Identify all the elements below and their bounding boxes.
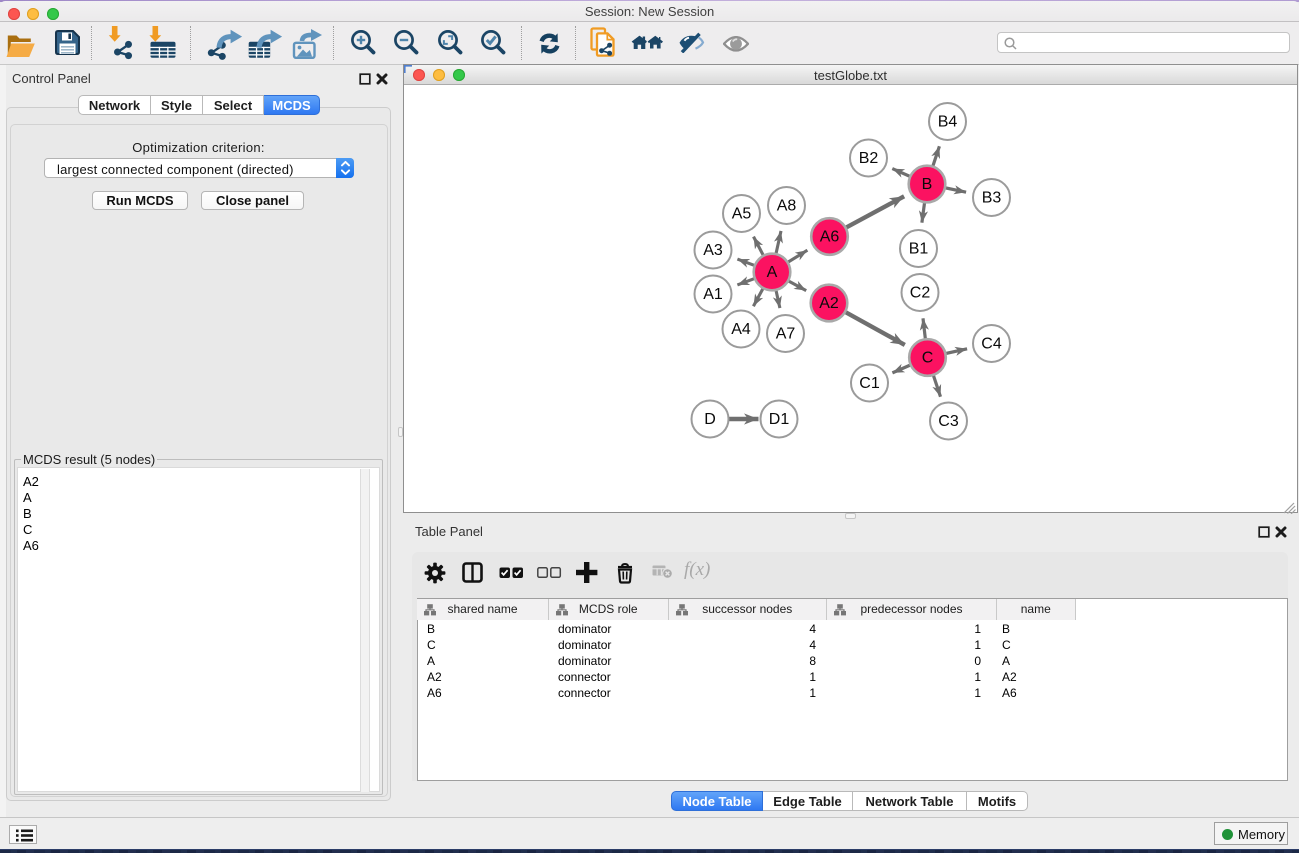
svg-text:A: A [767, 264, 778, 281]
svg-text:A3: A3 [703, 242, 723, 259]
svg-text:A5: A5 [732, 206, 752, 223]
svg-text:B4: B4 [938, 114, 958, 131]
svg-text:D: D [704, 411, 716, 428]
svg-text:A7: A7 [776, 326, 796, 343]
svg-text:A4: A4 [731, 321, 751, 338]
svg-text:B: B [922, 176, 933, 193]
svg-text:C: C [922, 350, 934, 367]
svg-text:C4: C4 [981, 336, 1002, 353]
svg-text:B1: B1 [909, 241, 929, 258]
svg-text:D1: D1 [769, 411, 790, 428]
svg-text:C3: C3 [938, 413, 959, 430]
svg-text:B3: B3 [982, 190, 1002, 207]
svg-text:A1: A1 [703, 286, 723, 303]
svg-text:A8: A8 [777, 198, 797, 215]
svg-text:A2: A2 [819, 295, 839, 312]
svg-text:C1: C1 [859, 375, 880, 392]
svg-text:B2: B2 [859, 150, 879, 167]
svg-text:C2: C2 [910, 285, 931, 302]
svg-text:A6: A6 [820, 229, 840, 246]
